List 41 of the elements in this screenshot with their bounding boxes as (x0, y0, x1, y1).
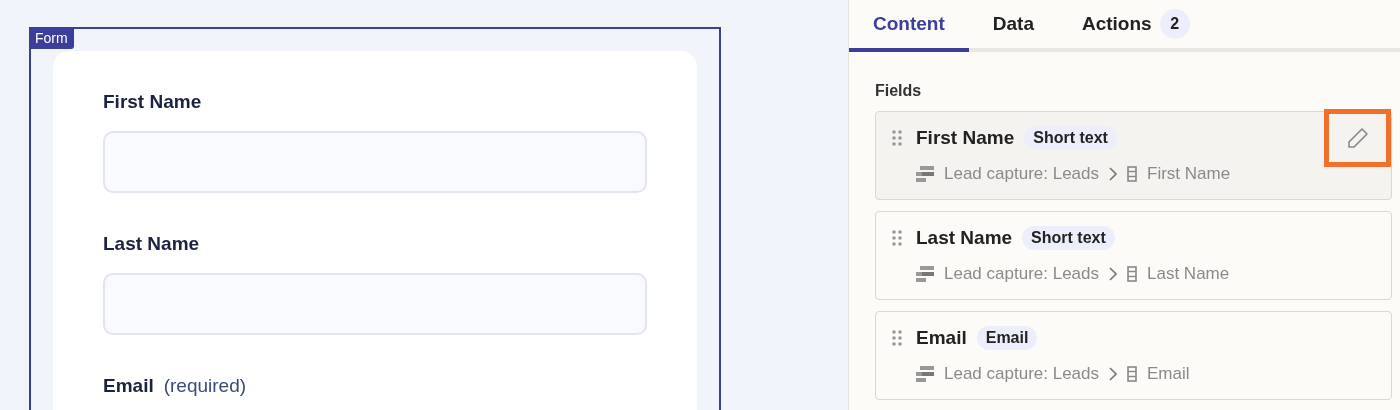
field-card[interactable]: Email Email Lead capture: Leads Email (875, 311, 1392, 400)
table-icon (916, 266, 934, 282)
edit-button[interactable] (1324, 109, 1391, 167)
input-field[interactable] (103, 131, 647, 193)
field-name: First Name (916, 127, 1015, 149)
source-table: Lead capture: Leads (944, 264, 1099, 284)
column-icon (1127, 166, 1137, 182)
tab[interactable]: Actions 2 (1057, 0, 1214, 52)
tab[interactable]: Data (968, 0, 1058, 52)
drag-handle-icon[interactable] (892, 230, 902, 246)
source-column: Email (1147, 364, 1190, 384)
form-badge: Form (29, 27, 74, 49)
field-name: Email (916, 327, 967, 349)
section-title: Fields (875, 82, 923, 100)
drag-handle-icon[interactable] (892, 130, 902, 146)
column-icon (1127, 266, 1137, 282)
required-note: (required) (163, 375, 247, 397)
field-card[interactable]: First Name Short text Lead capture: Leads First Name (875, 111, 1392, 200)
chevron-right-icon (1109, 167, 1117, 181)
field-label: Last Name (103, 233, 200, 255)
field-type-tag: Short text (1022, 226, 1115, 250)
source-table: Lead capture: Leads (944, 164, 1099, 184)
chevron-right-icon (1109, 367, 1117, 381)
pencil-icon (1345, 126, 1370, 150)
source-table: Lead capture: Leads (944, 364, 1099, 384)
chevron-right-icon (1109, 267, 1117, 281)
field-label: First Name (103, 91, 202, 113)
drag-handle-icon[interactable] (892, 330, 902, 346)
field-card[interactable]: Last Name Short text Lead capture: Leads Last Name (875, 211, 1392, 300)
field-label: Email (103, 375, 154, 397)
source-column: First Name (1147, 164, 1231, 184)
tab[interactable]: Content (849, 0, 969, 52)
table-icon (916, 166, 934, 182)
source-column: Last Name (1147, 264, 1230, 284)
field-type-tag: Short text (1024, 126, 1117, 150)
field-name: Last Name (916, 227, 1013, 249)
input-field[interactable] (103, 273, 647, 335)
count-badge: 2 (1159, 9, 1190, 39)
column-icon (1127, 366, 1137, 382)
table-icon (916, 366, 934, 382)
field-type-tag: Email (976, 326, 1038, 350)
